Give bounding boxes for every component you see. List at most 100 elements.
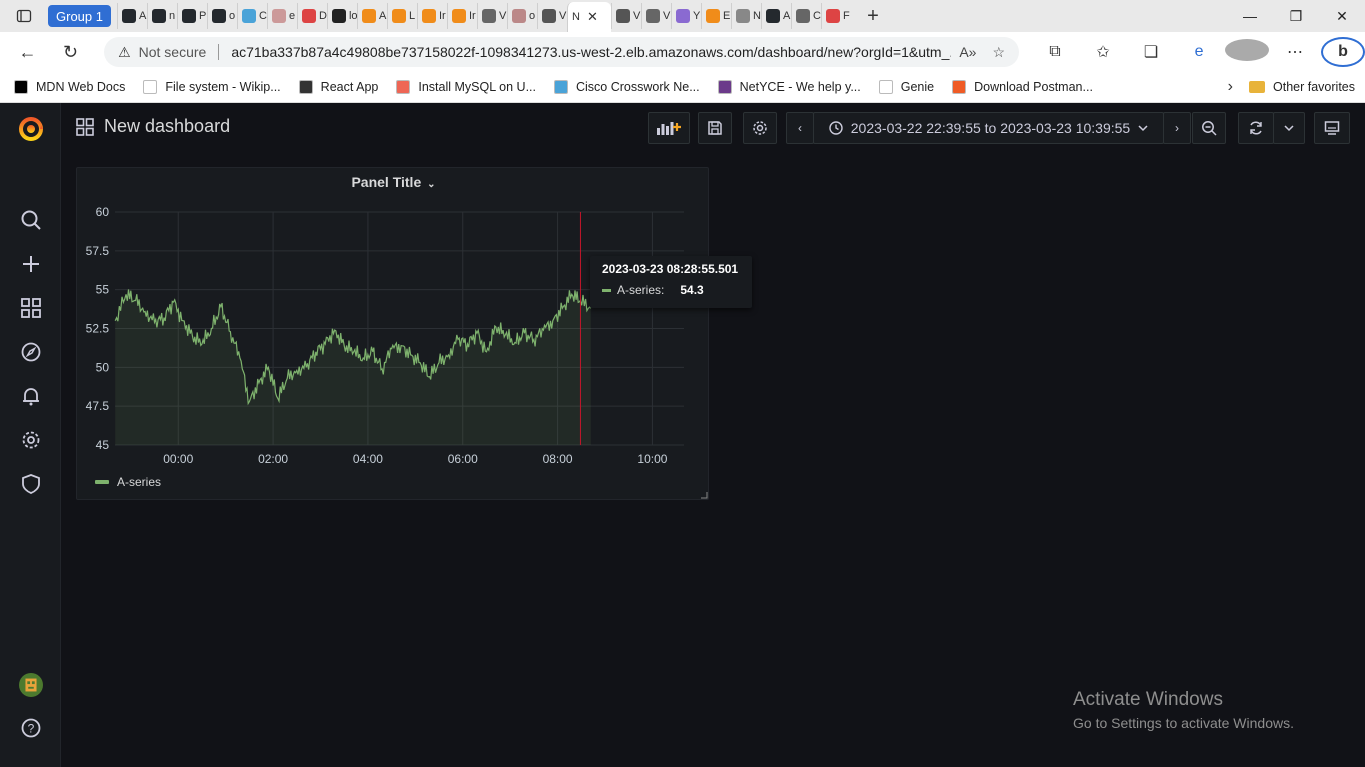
browser-tab[interactable]: n xyxy=(146,3,177,29)
add-favorite-icon[interactable]: ☆ xyxy=(992,44,1005,61)
bing-chat-icon[interactable]: b xyxy=(1321,37,1365,67)
time-forward-button[interactable]: › xyxy=(1163,112,1191,144)
browser-tab[interactable]: o xyxy=(506,3,537,29)
bookmark-label: Download Postman... xyxy=(974,80,1093,94)
browser-tab[interactable]: N xyxy=(730,3,761,29)
browser-tab[interactable]: E xyxy=(700,3,731,29)
other-favorites-folder[interactable]: Other favorites xyxy=(1249,80,1355,94)
url-text[interactable]: ac71ba337b87a4c49808be737158022f-1098341… xyxy=(231,44,951,60)
x-tick-label: 06:00 xyxy=(448,452,478,466)
tab-active[interactable]: N ✕ xyxy=(566,2,611,32)
grafana-logo-icon[interactable] xyxy=(17,115,45,143)
read-aloud-icon[interactable]: A» xyxy=(959,44,976,61)
new-tab-button[interactable]: + xyxy=(857,5,889,28)
profile-avatar[interactable] xyxy=(1225,38,1270,66)
browser-tab[interactable]: A xyxy=(116,3,147,29)
bookmark-item[interactable]: MDN Web Docs xyxy=(14,80,125,94)
help-icon[interactable]: ? xyxy=(19,716,43,740)
close-window-icon[interactable]: ✕ xyxy=(1319,0,1365,32)
tab-label: N xyxy=(752,10,761,22)
dashboard-settings-button[interactable] xyxy=(743,112,777,144)
legend-label[interactable]: A-series xyxy=(117,475,161,489)
explore-compass-icon[interactable] xyxy=(19,340,43,364)
restore-icon[interactable]: ❐ xyxy=(1273,0,1319,32)
browser-tab[interactable]: A xyxy=(356,3,387,29)
settings-gear-icon[interactable] xyxy=(19,428,43,452)
dashboard-title-area[interactable]: New dashboard xyxy=(76,116,230,137)
browser-tab[interactable]: A xyxy=(760,3,791,29)
collections-icon[interactable]: ❏ xyxy=(1129,42,1173,62)
tab-label: lo xyxy=(348,10,357,22)
zoom-out-button[interactable] xyxy=(1192,112,1226,144)
bookmark-item[interactable]: Download Postman... xyxy=(952,80,1093,94)
browser-tab[interactable]: o xyxy=(206,3,237,29)
refresh-button[interactable]: ↻ xyxy=(49,42,92,63)
browser-tab[interactable]: e xyxy=(266,3,297,29)
browser-tab[interactable]: L xyxy=(386,3,417,29)
browser-tab[interactable]: V xyxy=(610,3,641,29)
time-range-text: 2023-03-22 22:39:55 to 2023-03-23 10:39:… xyxy=(850,120,1131,136)
shield-icon[interactable] xyxy=(19,472,43,496)
browser-tab[interactable]: P xyxy=(176,3,207,29)
browser-tab[interactable]: lo xyxy=(326,3,357,29)
dashboards-icon[interactable] xyxy=(19,296,43,320)
tab-group-label[interactable]: Group 1 xyxy=(48,5,111,27)
browser-tab[interactable]: V xyxy=(640,3,671,29)
browser-tab[interactable]: V xyxy=(476,3,507,29)
dashboard-title[interactable]: New dashboard xyxy=(104,116,230,137)
close-tab-icon[interactable]: ✕ xyxy=(587,9,598,25)
extensions-icon[interactable]: ⧉ xyxy=(1033,43,1077,61)
back-button[interactable]: ← xyxy=(6,42,49,63)
x-tick-label: 02:00 xyxy=(258,452,288,466)
bookmark-list: MDN Web Docs File system - Wikip... React … xyxy=(14,80,1111,94)
alerting-bell-icon[interactable] xyxy=(19,384,43,408)
refresh-interval-dropdown[interactable] xyxy=(1273,112,1305,144)
user-avatar-icon[interactable] xyxy=(19,673,43,697)
browser-tab[interactable]: Y xyxy=(670,3,701,29)
tv-mode-button[interactable] xyxy=(1314,112,1350,144)
bookmark-item[interactable]: NetYCE - We help y... xyxy=(717,80,861,94)
browser-tab[interactable]: F xyxy=(820,3,851,29)
line-chart[interactable]: 60 57.5 55 52.5 50 47.5 45 00:00 02:00 04:00 06:00… xyxy=(77,168,710,501)
add-panel-icon xyxy=(657,122,681,135)
svg-text:?: ? xyxy=(28,722,35,736)
minimize-icon[interactable]: — xyxy=(1227,0,1273,32)
bookmark-item[interactable]: Cisco Crosswork Ne... xyxy=(554,80,700,94)
browser-tools: ⧉ ✩ ❏ e ⋯ b xyxy=(1033,37,1365,67)
resize-handle-icon[interactable] xyxy=(701,492,708,499)
security-label[interactable]: Not secure xyxy=(139,44,207,60)
x-tick-label: 00:00 xyxy=(163,452,193,466)
browser-tab[interactable]: C xyxy=(790,3,821,29)
browser-tab[interactable]: V xyxy=(536,3,567,29)
favorites-icon[interactable]: ✩ xyxy=(1081,42,1125,62)
clock-icon xyxy=(829,121,843,135)
graph-panel[interactable]: Panel Title ⌄ 60 57.5 55 52.5 50 47.5 45 00:00 0… xyxy=(76,167,709,500)
chart-legend[interactable]: A-series xyxy=(95,475,161,489)
time-back-button[interactable]: ‹ xyxy=(786,112,814,144)
bookmark-item[interactable]: File system - Wikip... xyxy=(143,80,281,94)
browser-tab[interactable]: Ir xyxy=(446,3,477,29)
chevron-down-icon xyxy=(1138,125,1148,132)
search-icon[interactable] xyxy=(19,208,43,232)
refresh-dashboard-button[interactable] xyxy=(1238,112,1274,144)
x-tick-label: 10:00 xyxy=(637,452,667,466)
plus-icon[interactable] xyxy=(19,252,43,276)
bookmark-item[interactable]: Genie xyxy=(878,80,934,94)
browser-tab[interactable]: C xyxy=(236,3,267,29)
github-icon xyxy=(181,9,196,23)
tab-actions-icon[interactable] xyxy=(0,0,48,32)
bookmark-item[interactable]: React App xyxy=(298,80,378,94)
edge-icon[interactable]: e xyxy=(1177,43,1221,61)
aws-icon xyxy=(705,9,720,23)
more-menu-icon[interactable]: ⋯ xyxy=(1273,42,1317,62)
add-panel-button[interactable] xyxy=(648,112,690,144)
more-bookmarks-chevron-icon[interactable]: › xyxy=(1228,78,1233,96)
bookmark-item[interactable]: Install MySQL on U... xyxy=(396,80,536,94)
time-range-picker[interactable]: 2023-03-22 22:39:55 to 2023-03-23 10:39:… xyxy=(813,112,1164,144)
url-bar[interactable]: ⚠ Not secure ac71ba337b87a4c49808be73715… xyxy=(104,37,1020,67)
save-dashboard-button[interactable] xyxy=(698,112,732,144)
warning-icon[interactable]: ⚠ xyxy=(118,44,131,61)
browser-tab[interactable]: D xyxy=(296,3,327,29)
browser-tab[interactable]: Ir xyxy=(416,3,447,29)
window-controls: — ❐ ✕ xyxy=(1227,0,1365,32)
